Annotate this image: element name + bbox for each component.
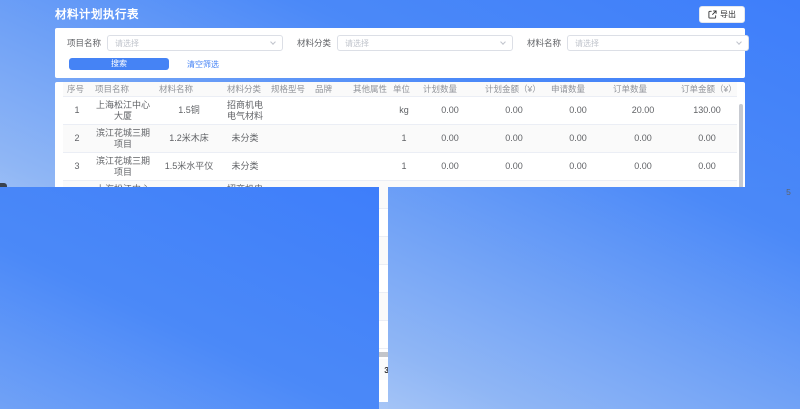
column-header: 品牌 bbox=[311, 82, 349, 97]
filter-panel: 项目名称 请选择 材料分类 请选择 材料名称 请选择 bbox=[55, 28, 745, 78]
table-cell: 0.00 bbox=[481, 125, 547, 153]
project-name-label: 项目名称 bbox=[67, 37, 101, 49]
material-category-placeholder: 请选择 bbox=[345, 38, 369, 49]
column-header: 其他属性 bbox=[349, 82, 389, 97]
table-cell: 0.00 bbox=[677, 153, 737, 181]
project-select-placeholder: 请选择 bbox=[115, 38, 139, 49]
export-label: 导出 bbox=[720, 9, 736, 20]
table-cell bbox=[349, 153, 389, 181]
table-cell: 0.00 bbox=[677, 125, 737, 153]
table-cell: 2 bbox=[63, 125, 91, 153]
table-cell: 0.00 bbox=[419, 97, 481, 125]
table-cell: 0.00 bbox=[481, 97, 547, 125]
table-cell: 0.00 bbox=[547, 97, 609, 125]
table-header-row: 序号项目名称材料名称材料分类规格型号品牌其他属性单位计划数量计划金额（¥）申请数… bbox=[63, 82, 737, 97]
table-cell: 3 bbox=[63, 153, 91, 181]
table-cell: 0.00 bbox=[481, 153, 547, 181]
column-header: 材料分类 bbox=[223, 82, 267, 97]
table-cell: 未分类 bbox=[223, 125, 267, 153]
table-cell bbox=[349, 97, 389, 125]
material-category-field: 材料分类 请选择 bbox=[297, 35, 513, 51]
column-header: 项目名称 bbox=[91, 82, 155, 97]
table-cell: 0.00 bbox=[547, 153, 609, 181]
table-cell: 130.00 bbox=[677, 97, 737, 125]
table-row[interactable]: 1上海松江中心大厦1.5铜招商机电 电气材料kg0.000.000.0020.0… bbox=[63, 97, 737, 125]
column-header: 计划数量 bbox=[419, 82, 481, 97]
material-name-select[interactable]: 请选择 bbox=[567, 35, 749, 51]
table-row[interactable]: 2滨江花城三期项目1.2米木床未分类10.000.000.000.000.00 bbox=[63, 125, 737, 153]
titlebar: 材料计划执行表 导出 bbox=[55, 0, 745, 28]
material-name-field: 材料名称 请选择 bbox=[527, 35, 749, 51]
column-header: 规格型号 bbox=[267, 82, 311, 97]
table-cell: 滨江花城三期项目 bbox=[91, 125, 155, 153]
column-header: 材料名称 bbox=[155, 82, 223, 97]
table-cell: 0.00 bbox=[419, 125, 481, 153]
column-header: 序号 bbox=[63, 82, 91, 97]
column-header: 计划金额（¥） bbox=[481, 82, 547, 97]
table-cell bbox=[267, 125, 311, 153]
table-cell: 1 bbox=[389, 125, 419, 153]
export-icon bbox=[708, 10, 717, 19]
column-header: 订单金额（¥） bbox=[677, 82, 737, 97]
export-button[interactable]: 导出 bbox=[699, 6, 745, 23]
page-button-5[interactable]: 5 bbox=[388, 187, 800, 409]
column-header: 申请数量 bbox=[547, 82, 609, 97]
chevron-down-icon bbox=[500, 39, 506, 45]
column-header: 单位 bbox=[389, 82, 419, 97]
table-row[interactable]: 3滨江花城三期项目1.5米水平仪未分类10.000.000.000.000.00 bbox=[63, 153, 737, 181]
clear-filter-link[interactable]: 清空筛选 bbox=[187, 59, 219, 70]
table-cell: 未分类 bbox=[223, 153, 267, 181]
page: 材料计划执行表 导出 项目名称 请选择 材料分类 请选择 bbox=[0, 0, 800, 409]
table-cell: 滨江花城三期项目 bbox=[91, 153, 155, 181]
pagination: 共 1673 条 ‹ 123456···84 › 前往 页 bbox=[63, 382, 737, 400]
table-cell bbox=[311, 153, 349, 181]
table-cell bbox=[311, 125, 349, 153]
material-category-select[interactable]: 请选择 bbox=[337, 35, 513, 51]
project-select[interactable]: 请选择 bbox=[107, 35, 283, 51]
chevron-down-icon bbox=[270, 39, 276, 45]
table-cell bbox=[267, 97, 311, 125]
table-cell: 1 bbox=[389, 153, 419, 181]
table-cell: 0.00 bbox=[419, 153, 481, 181]
table-cell: 0.00 bbox=[609, 125, 677, 153]
filter-actions: 搜索 清空筛选 bbox=[67, 58, 733, 70]
table-cell: 0.00 bbox=[547, 125, 609, 153]
table-cell: 0.00 bbox=[609, 153, 677, 181]
material-name-placeholder: 请选择 bbox=[575, 38, 599, 49]
project-name-field: 项目名称 请选择 bbox=[67, 35, 283, 51]
search-button[interactable]: 搜索 bbox=[69, 58, 169, 70]
page-title: 材料计划执行表 bbox=[55, 6, 139, 22]
table-cell: 1 bbox=[63, 97, 91, 125]
column-header: 订单数量 bbox=[609, 82, 677, 97]
table-cell: 1.5米水平仪 bbox=[155, 153, 223, 181]
table-cell bbox=[349, 125, 389, 153]
table-cell: 20.00 bbox=[609, 97, 677, 125]
table-cell: kg bbox=[389, 97, 419, 125]
table-cell bbox=[267, 153, 311, 181]
table-cell bbox=[311, 97, 349, 125]
material-name-label: 材料名称 bbox=[527, 37, 561, 49]
table-panel: 序号项目名称材料名称材料分类规格型号品牌其他属性单位计划数量计划金额（¥）申请数… bbox=[55, 82, 745, 402]
table-cell: 招商机电 电气材料 bbox=[223, 97, 267, 125]
table-cell: 上海松江中心大厦 bbox=[91, 97, 155, 125]
material-category-label: 材料分类 bbox=[297, 37, 331, 49]
page-buttons: 123456···84 bbox=[0, 187, 800, 409]
chevron-down-icon bbox=[736, 39, 742, 45]
filter-row: 项目名称 请选择 材料分类 请选择 材料名称 请选择 bbox=[67, 35, 733, 51]
table-cell: 1.2米木床 bbox=[155, 125, 223, 153]
page-button-4[interactable]: 4 bbox=[0, 187, 379, 409]
table-cell: 1.5铜 bbox=[155, 97, 223, 125]
